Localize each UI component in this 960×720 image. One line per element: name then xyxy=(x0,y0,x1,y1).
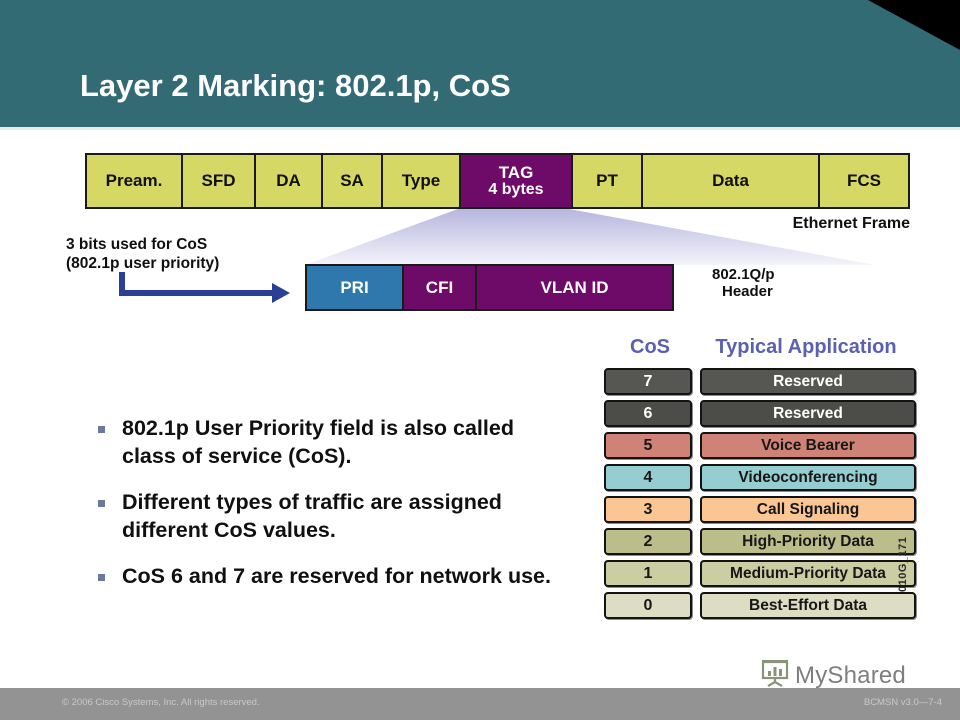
course-code-text: BCMSN v3.0—7-4 xyxy=(863,697,942,708)
document-code-label: 010G_171 xyxy=(897,536,909,592)
bullet-text: Different types of traffic are assigned … xyxy=(122,490,502,542)
cos-table-header-row: CoS Typical Application xyxy=(604,336,916,359)
frame-cell-type: Type xyxy=(383,155,461,207)
frame-cell-da: DA xyxy=(256,155,323,207)
cos-value-1: 1 xyxy=(604,560,692,587)
frame-cell-fcs: FCS xyxy=(820,155,908,207)
cos-bits-annotation: 3 bits used for CoS (802.1p user priorit… xyxy=(66,236,219,273)
dot1q-label-line1: 802.1Q/p xyxy=(712,266,775,283)
corner-triangle-decoration xyxy=(868,0,960,50)
header-divider xyxy=(0,127,960,130)
cos-value-3: 3 xyxy=(604,496,692,523)
cos-value-7: 7 xyxy=(604,368,692,395)
page-title: Layer 2 Marking: 802.1p, CoS xyxy=(80,68,511,103)
cos-application-0: Best-Effort Data xyxy=(700,592,916,619)
cos-value-5: 5 xyxy=(604,432,692,459)
frame-cell-tag: TAG 4 bytes xyxy=(461,155,573,207)
arrow-shaft-horizontal xyxy=(119,290,276,296)
ethernet-frame-diagram: Pream. SFD DA SA Type TAG 4 bytes PT Data FCS xyxy=(85,153,910,209)
cos-application-2: High-Priority Data xyxy=(700,528,916,555)
slide-header: Layer 2 Marking: 802.1p, CoS xyxy=(0,0,960,127)
cos-application-6: Reserved xyxy=(700,400,916,427)
slide: Layer 2 Marking: 802.1p, CoS Pream. SFD DA… xyxy=(0,0,960,720)
bullet-item: CoS 6 and 7 are reserved for network use… xyxy=(98,563,568,591)
bullet-item: Different types of traffic are assigned … xyxy=(98,489,568,544)
bullet-marker-icon xyxy=(98,500,105,508)
frame-cell-sfd: SFD xyxy=(183,155,256,207)
watermark-label: MyShared xyxy=(795,661,906,689)
cos-value-0: 0 xyxy=(604,592,692,619)
cos-table-body: 7 Reserved 6 Reserved 5 Voice Bearer 4 Videocon… xyxy=(604,368,916,619)
cos-table-row: 1 Medium-Priority Data xyxy=(604,560,916,587)
cos-table-row: 0 Best-Effort Data xyxy=(604,592,916,619)
cos-table-row: 4 Videoconferencing xyxy=(604,464,916,491)
cos-application-5: Voice Bearer xyxy=(700,432,916,459)
cos-table-row: 6 Reserved xyxy=(604,400,916,427)
dot1q-cell-cfi: CFI xyxy=(404,266,477,309)
bullet-list: 802.1p User Priority field is also calle… xyxy=(98,415,568,610)
bullet-text: 802.1p User Priority field is also calle… xyxy=(122,416,514,468)
cos-column-header: CoS xyxy=(630,336,670,358)
frame-cell-sa: SA xyxy=(323,155,383,207)
bullet-marker-icon xyxy=(98,426,105,433)
cos-value-6: 6 xyxy=(604,400,692,427)
cos-application-3: Call Signaling xyxy=(700,496,916,523)
dot1q-cell-vlan-id: VLAN ID xyxy=(477,266,672,309)
slide-footer: © 2006 Cisco Systems, Inc. All rights re… xyxy=(0,688,960,720)
bullet-item: 802.1p User Priority field is also calle… xyxy=(98,415,568,470)
frame-cell-pt: PT xyxy=(573,155,643,207)
cos-table-row: 3 Call Signaling xyxy=(604,496,916,523)
bullet-text: CoS 6 and 7 are reserved for network use… xyxy=(122,564,551,589)
cos-table-row: 5 Voice Bearer xyxy=(604,432,916,459)
cos-value-2: 2 xyxy=(604,528,692,555)
frame-cell-pream: Pream. xyxy=(87,155,183,207)
dot1q-header-label: 802.1Q/p Header xyxy=(712,266,775,301)
cos-application-table: CoS Typical Application 7 Reserved 6 Reserv… xyxy=(604,336,916,624)
dot1q-cell-pri: PRI xyxy=(307,266,404,309)
application-column-header: Typical Application xyxy=(715,336,897,358)
cos-application-1: Medium-Priority Data xyxy=(700,560,916,587)
copyright-text: © 2006 Cisco Systems, Inc. All rights re… xyxy=(62,697,260,708)
bullet-marker-icon xyxy=(98,574,105,582)
frame-cell-data: Data xyxy=(643,155,820,207)
dot1q-header-diagram: PRI CFI VLAN ID xyxy=(305,264,674,311)
cos-bits-annotation-line1: 3 bits used for CoS xyxy=(66,236,208,253)
cos-table-row: 7 Reserved xyxy=(604,368,916,395)
cos-value-4: 4 xyxy=(604,464,692,491)
cos-application-7: Reserved xyxy=(700,368,916,395)
frame-cell-tag-line1: TAG xyxy=(498,162,534,182)
cos-table-row: 2 High-Priority Data xyxy=(604,528,916,555)
dot1q-label-line2: Header xyxy=(722,283,773,301)
frame-cell-tag-line2: 4 bytes xyxy=(488,180,544,198)
ethernet-frame-label: Ethernet Frame xyxy=(792,215,910,232)
cos-application-4: Videoconferencing xyxy=(700,464,916,491)
cos-bits-annotation-line2: (802.1p user priority) xyxy=(66,254,220,272)
arrow-head-icon xyxy=(272,283,290,303)
